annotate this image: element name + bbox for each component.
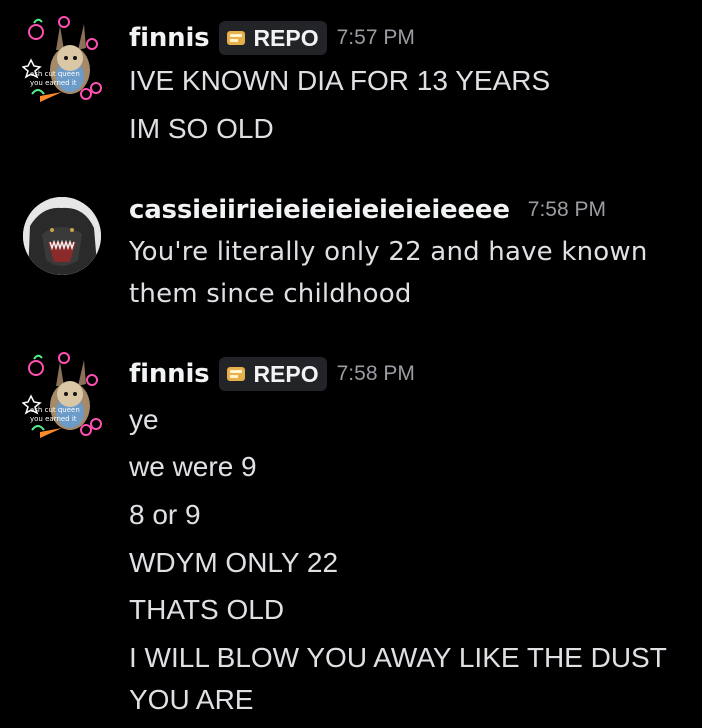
tag-label: REPO [253, 24, 319, 51]
repo-tag[interactable]: REPO [219, 21, 327, 55]
godzilla-avatar-icon [23, 197, 101, 275]
username[interactable]: cassieiirieieieieieieieieeee [129, 195, 510, 225]
message-text: them since childhood [129, 279, 412, 309]
message-text: IM SO OLD [129, 113, 274, 144]
repo-tag-icon [227, 31, 246, 45]
username[interactable]: finnis [129, 23, 210, 53]
message-text: we were 9 [129, 451, 257, 482]
message-text: I WILL BLOW YOU AWAY LIKE THE DUST [129, 642, 667, 673]
timestamp: 7:58 PM [336, 362, 415, 385]
decorated-bunny-avatar-icon: ash cut queen you earned it [21, 352, 102, 438]
message-text: ye [129, 404, 159, 435]
message-text: 8 or 9 [129, 499, 201, 530]
tag-label: REPO [253, 360, 319, 387]
message-text: THATS OLD [129, 594, 285, 625]
username[interactable]: finnis [129, 359, 210, 389]
message-text: WDYM ONLY 22 [129, 547, 339, 578]
decorated-bunny-avatar-icon: ash cut queen you earned it [21, 16, 102, 102]
message-header: finnis REPO 7:57 PM [129, 21, 415, 55]
user-avatar[interactable]: ash cut queen you earned it [21, 350, 106, 438]
message-text: YOU ARE [129, 684, 254, 715]
avatar-caption-1: ash cut queen [30, 406, 80, 414]
message-text: IVE KNOWN DIA FOR 13 YEARS [129, 65, 551, 96]
message-header: cassieiirieieieieieieieieeee 7:58 PM [129, 195, 606, 225]
user-avatar[interactable]: ash cut queen you earned it [21, 14, 106, 102]
repo-tag[interactable]: REPO [219, 357, 327, 391]
timestamp: 7:57 PM [336, 26, 415, 49]
user-avatar[interactable] [22, 196, 106, 280]
message-text: You're literally only 22 and have known [129, 237, 648, 267]
timestamp: 7:58 PM [527, 198, 606, 221]
message-header: finnis REPO 7:58 PM [129, 357, 415, 391]
avatar-caption-2: you earned it [30, 415, 77, 423]
repo-tag-icon [227, 367, 246, 381]
avatar-caption-2: you earned it [30, 79, 77, 87]
avatar-caption-1: ash cut queen [30, 70, 80, 78]
